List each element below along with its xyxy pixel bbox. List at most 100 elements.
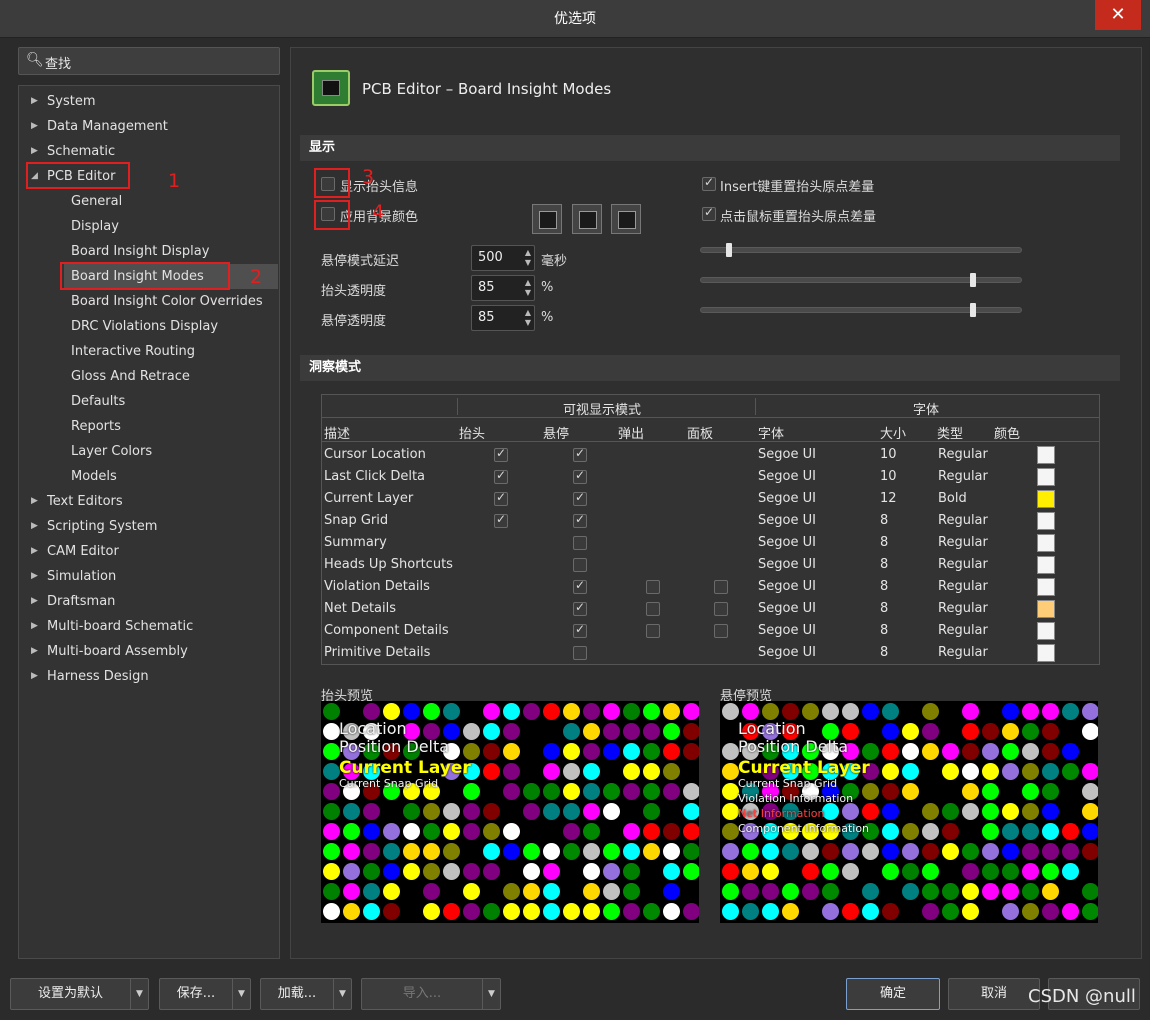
row-checkbox-h[interactable] [494,446,508,462]
ok-button[interactable]: 确定 [846,978,940,1010]
chevron-right-icon[interactable]: ▶ [31,89,38,114]
row-checkbox-v[interactable] [573,600,587,616]
heads-up-opacity-slider[interactable] [700,273,1022,287]
row-checkbox-p[interactable] [646,624,660,638]
row-color-swatch[interactable] [1037,512,1055,530]
heads-up-opacity-spinner[interactable]: 85 ▲ ▼ [471,275,535,301]
row-checkbox-v[interactable] [573,558,587,572]
tree-item[interactable]: Defaults [71,389,125,414]
row-checkbox-v[interactable] [573,490,587,506]
chevron-right-icon[interactable]: ▶ [31,614,38,639]
slider-thumb[interactable] [970,273,976,287]
tree-item[interactable]: Board Insight Color Overrides [71,289,263,314]
row-color-swatch[interactable] [1037,468,1055,486]
col-headsup[interactable]: 抬头 [459,423,485,442]
row-color-swatch[interactable] [1037,622,1055,640]
chevron-down-icon[interactable]: ▼ [482,979,500,1009]
hover-opacity-slider[interactable] [700,303,1022,317]
row-checkbox-p[interactable] [646,602,660,616]
load-button[interactable]: 加载... ▼ [260,978,352,1010]
tree-item[interactable]: Models [71,464,117,489]
chevron-right-icon[interactable]: ▶ [31,514,38,539]
col-font[interactable]: 字体 [758,423,784,442]
tree-item[interactable]: Display [71,214,119,239]
row-color-swatch[interactable] [1037,534,1055,552]
row-checkbox-v[interactable] [573,512,587,528]
tree-item[interactable]: ▶ Harness Design [31,664,149,689]
tree-item[interactable]: Reports [71,414,121,439]
chevron-right-icon[interactable]: ▶ [31,664,38,689]
tree-item[interactable]: ▶ CAM Editor [31,539,119,564]
tree-item[interactable]: ▶ Draftsman [31,589,115,614]
tree-item[interactable]: Board Insight Display [71,239,209,264]
chevron-right-icon[interactable]: ▶ [31,589,38,614]
chevron-right-icon[interactable]: ▶ [31,539,38,564]
chevron-down-icon[interactable]: ▼ [333,979,351,1009]
tree-item[interactable]: DRC Violations Display [71,314,218,339]
tree-item[interactable]: ▶ Multi-board Schematic [31,614,193,639]
tree-item[interactable]: Layer Colors [71,439,152,464]
bg-color-swatch-3[interactable] [611,204,641,234]
tree-item[interactable]: ▶ Text Editors [31,489,123,514]
chevron-right-icon[interactable]: ▶ [31,489,38,514]
row-checkbox-n[interactable] [714,624,728,638]
chevron-down-icon[interactable]: ▼ [130,979,148,1009]
row-checkbox-p[interactable] [646,580,660,594]
tree-item[interactable]: ▶ Multi-board Assembly [31,639,188,664]
row-checkbox-v[interactable] [573,446,587,462]
insight-modes-grid[interactable]: 可视显示模式 字体 描述 抬头 悬停 弹出 面板 字体 大小 类型 颜色 Cur… [321,394,1100,665]
close-icon[interactable]: ✕ [1095,0,1141,30]
tree-item[interactable]: ▶ Scripting System [31,514,157,539]
row-color-swatch[interactable] [1037,556,1055,574]
col-panel[interactable]: 面板 [687,423,713,442]
slider-thumb[interactable] [970,303,976,317]
search-input[interactable]: 🔍︎ 查找 [18,47,280,75]
col-color[interactable]: 颜色 [994,423,1020,442]
col-hover[interactable]: 悬停 [543,423,569,442]
tree-item[interactable]: Interactive Routing [71,339,195,364]
row-checkbox-n[interactable] [714,580,728,594]
tree-item[interactable]: ▶ Schematic [31,139,115,164]
settings-tree[interactable]: ▶ System ▶ Data Management ▶ Schematic ◢ PCB Ed… [18,85,280,959]
tree-item[interactable]: General [71,189,122,214]
tree-item[interactable]: ▶ Simulation [31,564,116,589]
col-type[interactable]: 类型 [937,423,963,442]
row-checkbox-v[interactable] [573,468,587,484]
row-checkbox-n[interactable] [714,602,728,616]
row-checkbox-v[interactable] [573,646,587,660]
row-color-swatch[interactable] [1037,446,1055,464]
tree-item[interactable]: ▶ System [31,89,95,114]
hover-delay-spinner[interactable]: 500 ▲ ▼ [471,245,535,271]
tree-item[interactable]: ▶ Data Management [31,114,168,139]
tree-item[interactable]: Gloss And Retrace [71,364,190,389]
import-button[interactable]: 导入... ▼ [361,978,501,1010]
spin-arrows-icon[interactable]: ▲ ▼ [525,308,531,328]
hover-opacity-spinner[interactable]: 85 ▲ ▼ [471,305,535,331]
chevron-right-icon[interactable]: ▶ [31,139,38,164]
chevron-right-icon[interactable]: ▶ [31,639,38,664]
row-color-swatch[interactable] [1037,490,1055,508]
col-size[interactable]: 大小 [880,423,906,442]
row-checkbox-v[interactable] [573,622,587,638]
row-checkbox-h[interactable] [494,512,508,528]
row-checkbox-h[interactable] [494,490,508,506]
click-reset-checkbox[interactable] [702,205,716,221]
row-color-swatch[interactable] [1037,644,1055,662]
save-button[interactable]: 保存... ▼ [159,978,251,1010]
chevron-down-icon[interactable]: ▼ [232,979,250,1009]
row-color-swatch[interactable] [1037,600,1055,618]
hover-delay-slider[interactable] [700,243,1022,257]
slider-thumb[interactable] [726,243,732,257]
insert-reset-checkbox[interactable] [702,175,716,191]
chevron-right-icon[interactable]: ▶ [31,564,38,589]
reset-default-button[interactable]: 设置为默认 ▼ [10,978,149,1010]
cancel-button[interactable]: 取消 [948,978,1040,1010]
bg-color-swatch-2[interactable] [572,204,602,234]
spin-arrows-icon[interactable]: ▲ ▼ [525,248,531,268]
col-desc[interactable]: 描述 [324,423,350,442]
row-checkbox-v[interactable] [573,578,587,594]
row-checkbox-v[interactable] [573,536,587,550]
row-color-swatch[interactable] [1037,578,1055,596]
row-checkbox-h[interactable] [494,468,508,484]
chevron-right-icon[interactable]: ▶ [31,114,38,139]
